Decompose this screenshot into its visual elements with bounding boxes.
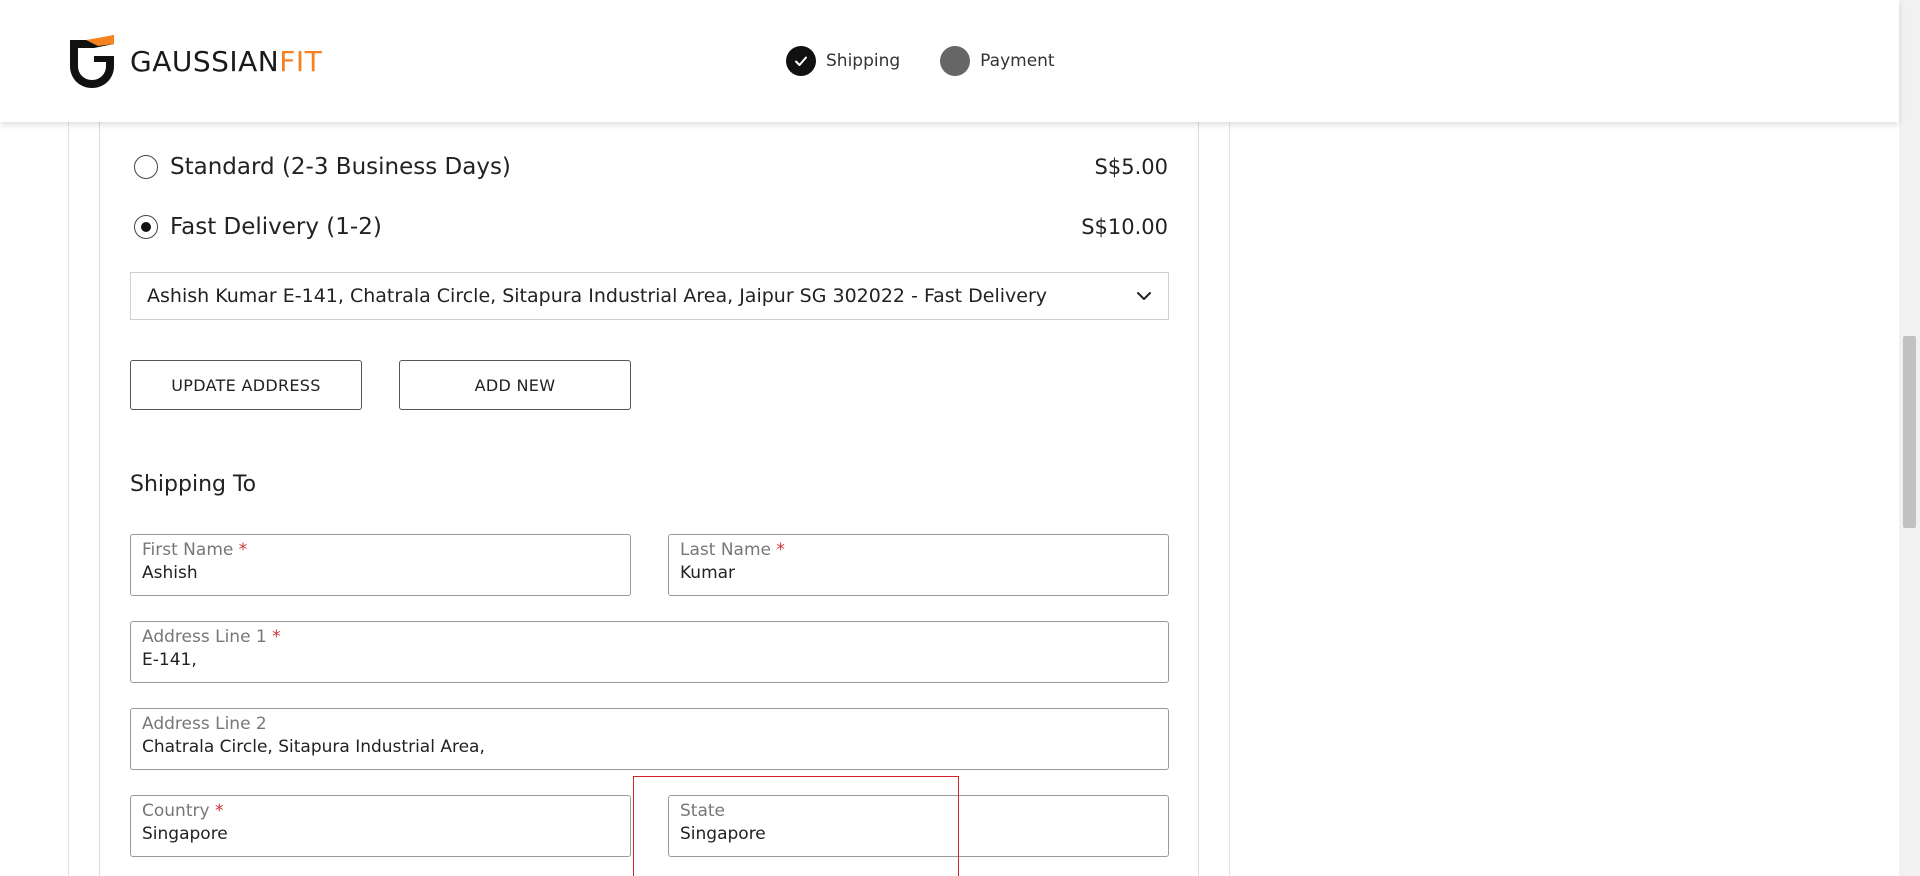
address-line-1-field[interactable]: Address Line 1 * E-141, xyxy=(130,621,1169,683)
country-field[interactable]: Country * Singapore xyxy=(130,795,631,857)
step-shipping[interactable]: Shipping xyxy=(786,46,900,76)
step-payment-label: Payment xyxy=(980,51,1055,71)
brand-name-b: FIT xyxy=(279,44,323,78)
step-dot-icon xyxy=(940,46,971,76)
first-name-field[interactable]: First Name * Ashish xyxy=(130,534,631,596)
option-fast-label: Fast Delivery (1-2) xyxy=(170,214,382,240)
step-payment[interactable]: Payment xyxy=(940,46,1055,76)
country-value[interactable]: Singapore xyxy=(142,822,619,846)
last-name-field[interactable]: Last Name * Kumar xyxy=(668,534,1169,596)
brand-logo[interactable]: GAUSSIANFIT xyxy=(66,34,322,88)
required-marker: * xyxy=(776,540,785,560)
address-line-2-label: Address Line 2 xyxy=(142,714,267,734)
country-label: Country xyxy=(142,801,210,821)
shipping-to-title: Shipping To xyxy=(130,472,257,497)
first-name-label: First Name xyxy=(142,540,234,560)
required-marker: * xyxy=(238,540,248,560)
required-marker: * xyxy=(272,627,281,647)
shipping-option-fast[interactable]: Fast Delivery (1-2) S$10.00 xyxy=(134,214,1168,240)
highlight-box xyxy=(633,776,959,876)
option-standard-label: Standard (2-3 Business Days) xyxy=(170,154,511,180)
checkout-steps: Shipping Payment xyxy=(786,46,1095,76)
shipping-option-standard[interactable]: Standard (2-3 Business Days) S$5.00 xyxy=(134,154,1168,180)
scrollbar-thumb[interactable] xyxy=(1903,336,1916,528)
gaussian-fit-logo-icon xyxy=(70,35,114,88)
last-name-label: Last Name xyxy=(680,540,771,560)
address-line-2-field[interactable]: Address Line 2 Chatrala Circle, Sitapura… xyxy=(130,708,1169,770)
radio-standard[interactable] xyxy=(134,155,158,179)
address-line-1-value[interactable]: E-141, xyxy=(142,648,1157,672)
option-standard-price: S$5.00 xyxy=(1094,155,1168,179)
address-line-2-value[interactable]: Chatrala Circle, Sitapura Industrial Are… xyxy=(142,735,1157,759)
brand-name-a: GAUSSIAN xyxy=(130,44,280,78)
right-rail xyxy=(1229,0,1230,876)
add-new-button[interactable]: ADD NEW xyxy=(399,360,631,410)
page-scrollbar[interactable] xyxy=(1899,0,1920,876)
option-fast-price: S$10.00 xyxy=(1081,215,1168,239)
address-line-1-label: Address Line 1 xyxy=(142,627,267,647)
site-header: GAUSSIANFIT Shipping Payment xyxy=(0,0,1899,122)
step-shipping-label: Shipping xyxy=(826,51,901,71)
chevron-down-icon xyxy=(1136,291,1152,301)
address-select[interactable]: Ashish Kumar E-141, Chatrala Circle, Sit… xyxy=(130,272,1169,320)
required-marker: * xyxy=(214,801,224,821)
update-address-button[interactable]: UPDATE ADDRESS xyxy=(130,360,362,410)
radio-fast[interactable] xyxy=(134,215,158,239)
check-icon xyxy=(786,46,816,76)
address-select-value: Ashish Kumar E-141, Chatrala Circle, Sit… xyxy=(147,285,1048,307)
brand-name: GAUSSIANFIT xyxy=(130,45,322,78)
left-rail xyxy=(68,0,69,876)
checkout-page: GAUSSIANFIT Shipping Payment Standard (2… xyxy=(0,0,1920,876)
last-name-value[interactable]: Kumar xyxy=(680,561,1157,585)
first-name-value[interactable]: Ashish xyxy=(142,561,619,585)
